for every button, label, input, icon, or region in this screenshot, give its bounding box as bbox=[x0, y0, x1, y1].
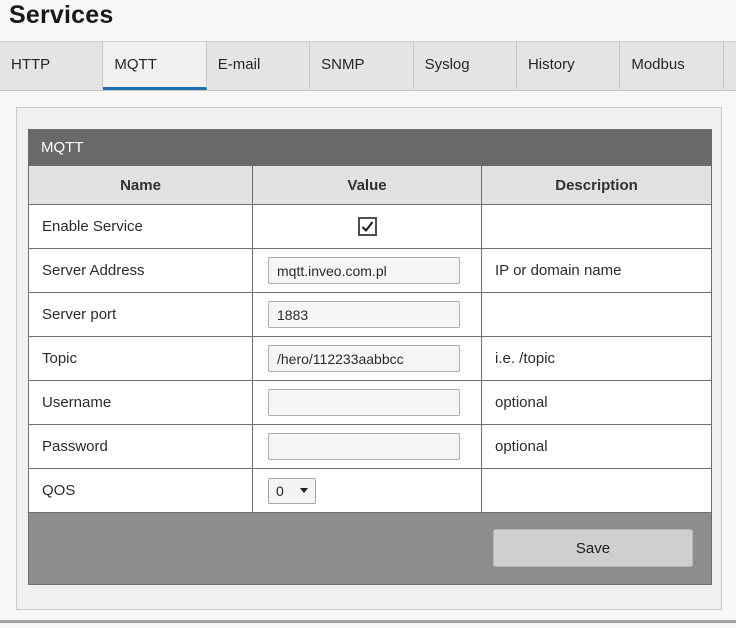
tab-syslog[interactable]: Syslog bbox=[414, 42, 517, 90]
qos-select-value: 0 bbox=[276, 482, 284, 499]
row-description: optional bbox=[480, 424, 713, 469]
page-title: Services bbox=[9, 1, 114, 29]
table-row: Topic i.e. /topic bbox=[28, 336, 713, 381]
tab-label: MQTT bbox=[114, 56, 157, 73]
tab-email[interactable]: E-mail bbox=[207, 42, 311, 90]
row-description bbox=[480, 204, 713, 249]
row-name: Server Address bbox=[28, 248, 253, 293]
tab-mqtt[interactable]: MQTT bbox=[103, 42, 207, 90]
row-name: Enable Service bbox=[28, 204, 253, 249]
row-name: Topic bbox=[28, 336, 253, 381]
username-input[interactable] bbox=[268, 389, 460, 416]
row-name: QOS bbox=[28, 468, 253, 513]
tab-label: HTTP bbox=[11, 56, 51, 73]
column-header-value: Value bbox=[252, 165, 482, 205]
save-button[interactable]: Save bbox=[493, 529, 693, 567]
tab-label: Modbus bbox=[631, 56, 685, 73]
tab-history[interactable]: History bbox=[517, 42, 621, 90]
row-description bbox=[480, 292, 713, 337]
row-description: IP or domain name bbox=[480, 248, 713, 293]
column-header-name: Name bbox=[28, 165, 253, 205]
row-description bbox=[480, 468, 713, 513]
services-tabbar: HTTP MQTT E-mail SNMP Syslog History Mod… bbox=[0, 41, 736, 91]
password-input[interactable] bbox=[268, 433, 460, 460]
table-row: Username optional bbox=[28, 380, 713, 425]
server-port-input[interactable] bbox=[268, 301, 460, 328]
row-name: Server port bbox=[28, 292, 253, 337]
topic-input[interactable] bbox=[268, 345, 460, 372]
table-header-row: Name Value Description bbox=[28, 165, 713, 205]
enable-service-checkbox[interactable] bbox=[357, 217, 377, 236]
tab-snmp[interactable]: SNMP bbox=[310, 42, 414, 90]
footer-divider bbox=[0, 620, 736, 623]
table-row: Password optional bbox=[28, 424, 713, 469]
tab-modbus[interactable]: Modbus bbox=[620, 42, 724, 90]
services-page: Services HTTP MQTT E-mail SNMP Syslog Hi… bbox=[0, 0, 736, 628]
qos-select[interactable]: 0 bbox=[268, 477, 316, 504]
column-header-description: Description bbox=[480, 165, 713, 205]
check-icon bbox=[361, 221, 373, 233]
table-row: Server Address IP or domain name bbox=[28, 248, 713, 293]
section-title: MQTT bbox=[27, 129, 713, 166]
server-address-input[interactable] bbox=[268, 257, 460, 284]
mqtt-settings-table: MQTT Name Value Description Enable Servi… bbox=[27, 129, 713, 585]
table-footer: Save bbox=[27, 512, 713, 585]
table-row: Enable Service bbox=[28, 204, 713, 249]
tab-label: SNMP bbox=[321, 56, 365, 73]
table-row: Server port bbox=[28, 292, 713, 337]
row-description: i.e. /topic bbox=[480, 336, 713, 381]
tab-label: E-mail bbox=[217, 56, 261, 73]
table-row: QOS 0 bbox=[28, 468, 713, 513]
tab-label: Syslog bbox=[424, 56, 470, 73]
content-panel: MQTT Name Value Description Enable Servi… bbox=[16, 107, 722, 610]
tab-http[interactable]: HTTP bbox=[0, 42, 104, 90]
row-name: Username bbox=[28, 380, 253, 425]
section-title-bar: MQTT bbox=[27, 129, 713, 166]
chevron-down-icon bbox=[300, 488, 308, 493]
row-description: optional bbox=[480, 380, 713, 425]
row-name: Password bbox=[28, 424, 253, 469]
tab-label: History bbox=[527, 56, 575, 73]
